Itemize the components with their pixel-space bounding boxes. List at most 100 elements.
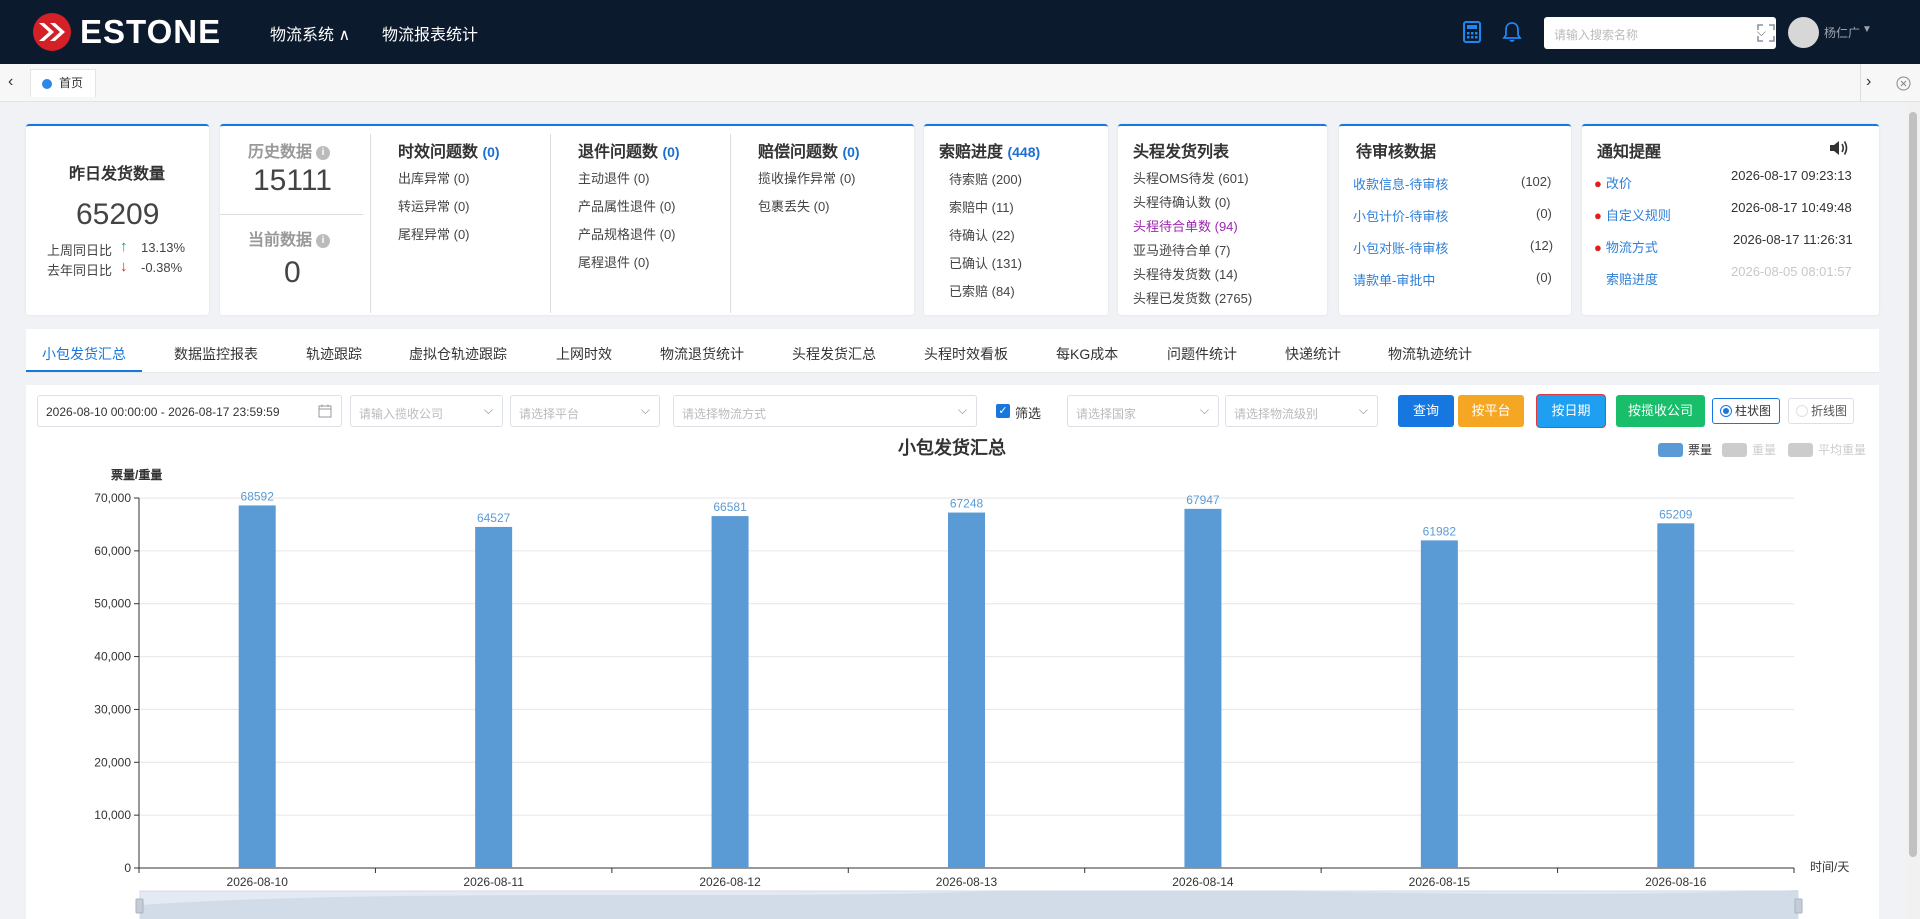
compensation-item[interactable]: 包裹丢失 (0) bbox=[758, 196, 830, 215]
query-button[interactable]: 查询 bbox=[1398, 395, 1454, 427]
tab-logistics-track-stats[interactable]: 物流轨迹统计 bbox=[1388, 344, 1472, 364]
datazoom-slider[interactable] bbox=[135, 890, 1803, 919]
tab-small-parcel-summary[interactable]: 小包发货汇总 bbox=[42, 344, 126, 364]
view-bar-chart-radio[interactable]: 柱状图 bbox=[1712, 398, 1780, 424]
bar bbox=[711, 516, 749, 868]
notice-title: 通知提醒 bbox=[1597, 144, 1662, 161]
bar bbox=[1657, 523, 1695, 868]
logo-text: ESTONE bbox=[80, 13, 222, 50]
filter-checkbox-label[interactable]: 筛选 bbox=[1015, 403, 1041, 422]
platform-select[interactable]: 请选择平台 ⌵ bbox=[510, 395, 660, 427]
review-item-label[interactable]: 小包对账-待审核 bbox=[1353, 238, 1448, 257]
nav-logistics-system[interactable]: 物流系统 ∧ bbox=[270, 21, 350, 45]
tab-data-monitor[interactable]: 数据监控报表 bbox=[174, 344, 258, 364]
tab-tracking[interactable]: 轨迹跟踪 bbox=[306, 344, 362, 364]
calendar-icon bbox=[318, 404, 332, 418]
claims-item[interactable]: 待索赔 (200) bbox=[949, 169, 1022, 188]
notice-item-label[interactable]: 索赔进度 bbox=[1606, 269, 1658, 288]
claims-item[interactable]: 已索赔 (84) bbox=[949, 281, 1015, 300]
page-tab-strip: ‹ 首页 › bbox=[0, 64, 1920, 102]
bar bbox=[1420, 540, 1458, 868]
legend-label: 平均重量 bbox=[1818, 443, 1866, 457]
notice-item-label[interactable]: ● 物流方式 bbox=[1594, 237, 1658, 256]
notice-item-label[interactable]: ● 自定义规则 bbox=[1594, 205, 1671, 224]
legend-swatch bbox=[1658, 443, 1683, 457]
tab-headship-summary[interactable]: 头程发货汇总 bbox=[792, 344, 876, 364]
by-pickup-company-button[interactable]: 按揽收公司 bbox=[1616, 395, 1705, 427]
bar-value-label: 65209 bbox=[1659, 507, 1693, 521]
divider bbox=[730, 134, 731, 313]
country-select[interactable]: 请选择国家 ⌵ bbox=[1067, 395, 1219, 427]
nav-logistics-report[interactable]: 物流报表统计 bbox=[382, 21, 478, 45]
calculator-icon[interactable] bbox=[1463, 21, 1481, 43]
claims-item[interactable]: 索赔中 (11) bbox=[949, 197, 1014, 216]
logistics-method-select[interactable]: 请选择物流方式 ⌵ bbox=[673, 395, 977, 427]
y-tick-label: 20,000 bbox=[94, 755, 131, 769]
username[interactable]: 杨仁广 bbox=[1824, 24, 1860, 41]
card-pending-review: 待审核数据 收款信息-待审核 (102) 小包计价-待审核 (0) 小包对账-待… bbox=[1339, 124, 1571, 315]
headship-item[interactable]: 头程待确认数 (0) bbox=[1133, 192, 1231, 211]
bell-icon[interactable] bbox=[1502, 21, 1522, 43]
x-tick-label: 2026-08-10 bbox=[227, 875, 289, 889]
headship-item[interactable]: 头程待发货数 (14) bbox=[1133, 264, 1238, 283]
headship-title: 头程发货列表 bbox=[1133, 144, 1230, 161]
view-line-chart-label: 折线图 bbox=[1811, 404, 1848, 418]
notice-item-label[interactable]: ● 改价 bbox=[1594, 173, 1632, 192]
by-platform-button[interactable]: 按平台 bbox=[1458, 395, 1524, 427]
shipment-bar-chart: 小包发货汇总 票量/重量 时间/天 票量 重量 平均重量 0 10,000 20,000… bbox=[94, 437, 1866, 919]
tab-problem-stats[interactable]: 问题件统计 bbox=[1167, 344, 1237, 364]
headship-item[interactable]: 头程待合单数 (94) bbox=[1133, 216, 1238, 235]
arrow-up-icon: ↑ bbox=[120, 238, 128, 255]
logistics-level-select[interactable]: 请选择物流级别 ⌵ bbox=[1225, 395, 1378, 427]
close-all-tabs-icon[interactable] bbox=[1896, 76, 1911, 91]
compensation-item[interactable]: 揽收操作异常 (0) bbox=[758, 168, 856, 187]
page-scrollbar[interactable] bbox=[1906, 102, 1920, 919]
logistics-level-placeholder: 请选择物流级别 bbox=[1234, 407, 1319, 421]
tab-scroll-left-icon[interactable]: ‹ bbox=[8, 73, 13, 91]
claims-item[interactable]: 待确认 (22) bbox=[949, 225, 1015, 244]
chart-legend[interactable]: 票量 重量 平均重量 bbox=[1658, 443, 1866, 457]
date-range-value: 2026-08-10 00:00:00 - 2026-08-17 23:59:5… bbox=[46, 405, 280, 419]
avatar[interactable] bbox=[1788, 17, 1819, 48]
radio-checked-icon bbox=[1720, 405, 1732, 417]
date-range-picker[interactable]: 2026-08-10 00:00:00 - 2026-08-17 23:59:5… bbox=[37, 395, 342, 427]
review-item-label[interactable]: 请款单-审批中 bbox=[1353, 270, 1435, 289]
tab-scroll-right-icon[interactable]: › bbox=[1866, 73, 1871, 91]
tab-return-stats[interactable]: 物流退货统计 bbox=[660, 344, 744, 364]
tab-online-timeliness[interactable]: 上网时效 bbox=[556, 344, 612, 364]
timeliness-item[interactable]: 转运异常 (0) bbox=[398, 196, 470, 215]
returns-item[interactable]: 产品属性退件 (0) bbox=[578, 196, 676, 215]
platform-placeholder: 请选择平台 bbox=[519, 407, 580, 421]
returns-item[interactable]: 尾程退件 (0) bbox=[578, 252, 650, 271]
logo[interactable]: ESTONE bbox=[30, 12, 221, 52]
tab-express-stats[interactable]: 快递统计 bbox=[1285, 344, 1341, 364]
headship-item[interactable]: 亚马逊待合单 (7) bbox=[1133, 240, 1231, 259]
timeliness-item[interactable]: 出库异常 (0) bbox=[398, 168, 470, 187]
tab-headship-timeliness[interactable]: 头程时效看板 bbox=[924, 344, 1008, 364]
view-line-chart-radio[interactable]: 折线图 bbox=[1788, 398, 1854, 424]
global-search-select[interactable]: 请输入搜索名称 ⌵ bbox=[1544, 17, 1776, 49]
year-compare-label: 去年同日比 bbox=[47, 263, 113, 278]
review-item-label[interactable]: 小包计价-待审核 bbox=[1353, 206, 1448, 225]
speaker-icon[interactable] bbox=[1828, 138, 1850, 158]
claims-item[interactable]: 已确认 (131) bbox=[949, 253, 1022, 272]
y-tick-label: 0 bbox=[124, 861, 131, 875]
tab-home[interactable]: 首页 bbox=[30, 69, 97, 97]
by-date-button[interactable]: 按日期 bbox=[1537, 395, 1605, 427]
returns-item[interactable]: 产品规格退件 (0) bbox=[578, 224, 676, 243]
headship-item[interactable]: 头程已发货数 (2765) bbox=[1133, 288, 1252, 307]
scrollbar-thumb[interactable] bbox=[1909, 112, 1917, 857]
filter-checkbox[interactable]: ✓ bbox=[996, 404, 1010, 418]
fullscreen-icon[interactable] bbox=[1757, 24, 1775, 42]
headship-item[interactable]: 头程OMS待发 (601) bbox=[1133, 168, 1249, 187]
card-issues: 历史数据 i 15111 当前数据 i 0 时效问题数 (0) 出库异常 (0) 转… bbox=[220, 124, 914, 315]
card-headship-list: 头程发货列表 头程OMS待发 (601) 头程待确认数 (0) 头程待合单数 (… bbox=[1118, 124, 1327, 315]
timeliness-item[interactable]: 尾程异常 (0) bbox=[398, 224, 470, 243]
tab-cost-per-kg[interactable]: 每KG成本 bbox=[1056, 344, 1118, 364]
returns-item[interactable]: 主动退件 (0) bbox=[578, 168, 650, 187]
tab-virtual-warehouse-tracking[interactable]: 虚拟仓轨迹跟踪 bbox=[409, 344, 507, 364]
x-tick-label: 2026-08-13 bbox=[936, 875, 998, 889]
review-item-label[interactable]: 收款信息-待审核 bbox=[1353, 174, 1448, 193]
user-menu-caret-icon[interactable]: ▼ bbox=[1862, 24, 1872, 35]
pickup-company-select[interactable]: 请输入揽收公司 ⌵ bbox=[350, 395, 503, 427]
